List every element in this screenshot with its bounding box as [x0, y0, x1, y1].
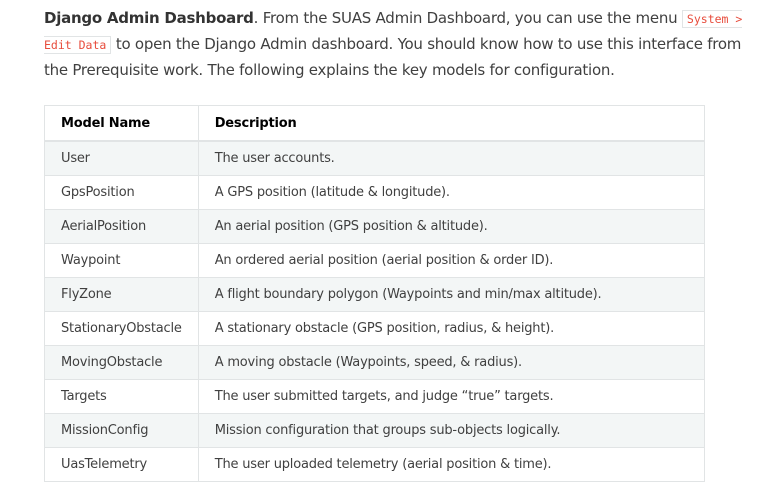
model-name-cell: AerialPosition — [44, 209, 199, 244]
model-name-cell: MovingObstacle — [44, 345, 199, 380]
table-row: AerialPosition An aerial position (GPS p… — [44, 209, 706, 244]
models-table: Model Name Description User The user acc… — [44, 105, 706, 482]
model-description-cell: An aerial position (GPS position & altit… — [197, 209, 706, 244]
section-heading: Django Admin Dashboard — [44, 9, 254, 27]
model-name-cell: StationaryObstacle — [44, 311, 199, 346]
table-header-row: Model Name Description — [44, 105, 706, 142]
intro-text-1: . From the SUAS Admin Dashboard, you can… — [253, 9, 682, 27]
model-description-cell: A moving obstacle (Waypoints, speed, & r… — [197, 345, 706, 380]
model-description-cell: Mission configuration that groups sub-ob… — [197, 413, 706, 448]
model-description-cell: A GPS position (latitude & longitude). — [197, 175, 706, 210]
model-description-cell: An ordered aerial position (aerial posit… — [197, 243, 706, 278]
table-row: UasTelemetry The user uploaded telemetry… — [44, 447, 706, 482]
intro-text-2: to open the Django Admin dashboard. You … — [44, 35, 742, 79]
model-description-cell: The user accounts. — [197, 140, 706, 176]
table-row: FlyZone A flight boundary polygon (Waypo… — [44, 277, 706, 312]
model-description-cell: The user uploaded telemetry (aerial posi… — [197, 447, 706, 482]
table-row: Waypoint An ordered aerial position (aer… — [44, 243, 706, 278]
table-row: User The user accounts. — [44, 140, 706, 176]
model-name-cell: Waypoint — [44, 243, 199, 278]
model-description-cell: A stationary obstacle (GPS position, rad… — [197, 311, 706, 346]
model-name-cell: User — [44, 140, 199, 176]
model-name-cell: FlyZone — [44, 277, 199, 312]
model-name-cell: UasTelemetry — [44, 447, 199, 482]
column-header-description: Description — [197, 105, 706, 142]
table-row: GpsPosition A GPS position (latitude & l… — [44, 175, 706, 210]
table-row: MovingObstacle A moving obstacle (Waypoi… — [44, 345, 706, 380]
table-row: Targets The user submitted targets, and … — [44, 379, 706, 414]
model-name-cell: MissionConfig — [44, 413, 199, 448]
model-name-cell: Targets — [44, 379, 199, 414]
model-description-cell: The user submitted targets, and judge “t… — [197, 379, 706, 414]
table-row: MissionConfig Mission configuration that… — [44, 413, 706, 448]
table-row: StationaryObstacle A stationary obstacle… — [44, 311, 706, 346]
model-description-cell: A flight boundary polygon (Waypoints and… — [197, 277, 706, 312]
column-header-model-name: Model Name — [44, 105, 199, 142]
model-name-cell: GpsPosition — [44, 175, 199, 210]
intro-paragraph: Django Admin Dashboard. From the SUAS Ad… — [44, 6, 744, 83]
